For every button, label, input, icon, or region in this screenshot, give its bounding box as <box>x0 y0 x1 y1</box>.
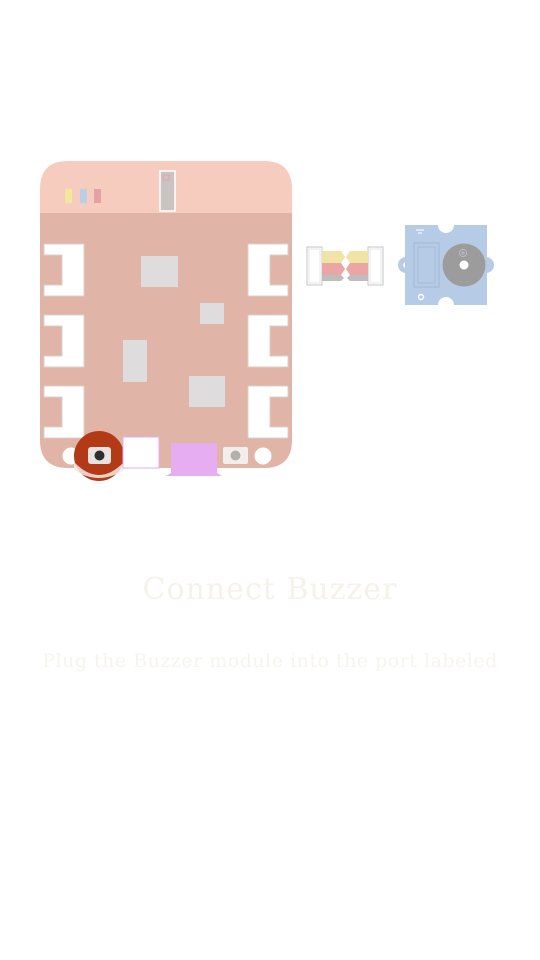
chip <box>200 303 224 324</box>
grove-cable <box>306 246 384 286</box>
chip <box>141 256 178 287</box>
buzzer-module <box>398 217 494 313</box>
connection-diagram <box>40 161 494 481</box>
chip <box>189 376 225 407</box>
grove-port-bottom[interactable] <box>122 436 160 469</box>
reset-button-icon[interactable] <box>74 431 124 481</box>
usb-port[interactable] <box>166 443 222 476</box>
switch[interactable] <box>223 447 248 464</box>
caption-subtitle: Plug the Buzzer module into the port lab… <box>42 650 498 672</box>
chip <box>123 340 147 382</box>
caption-title: Connect Buzzer <box>142 572 398 607</box>
led-yellow <box>65 189 72 203</box>
main-board <box>40 161 292 481</box>
top-connector <box>159 170 176 212</box>
buzzer-icon <box>442 243 486 287</box>
mounting-hole-icon <box>254 447 272 465</box>
led-blue <box>80 189 87 203</box>
led-red <box>94 189 101 203</box>
